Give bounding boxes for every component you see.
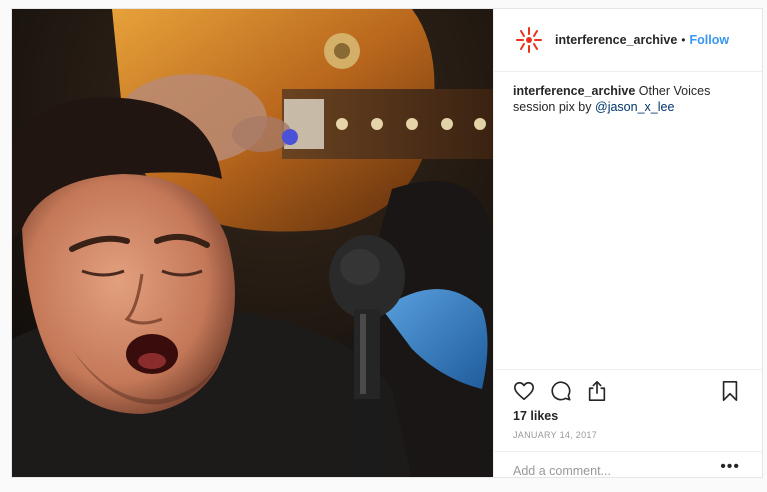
post-photo[interactable] xyxy=(12,9,493,477)
caption-username[interactable]: interference_archive xyxy=(513,84,635,98)
comment-input[interactable] xyxy=(513,464,703,478)
post-caption: interference_archive Other Voices sessio… xyxy=(494,72,762,115)
post-actions-bar xyxy=(494,369,762,410)
comment-bar: ••• xyxy=(494,451,762,492)
likes-count[interactable]: 17 likes xyxy=(513,409,558,423)
avatar[interactable] xyxy=(513,24,545,56)
follow-button[interactable]: Follow xyxy=(690,33,730,47)
heart-icon[interactable] xyxy=(513,380,535,407)
caption-mention[interactable]: @jason_x_lee xyxy=(595,100,674,114)
bookmark-icon[interactable] xyxy=(720,380,740,407)
post-photo-image xyxy=(12,9,493,477)
post-side-panel: interference_archive • Follow interferen… xyxy=(493,9,762,478)
interference-archive-logo-icon xyxy=(516,27,542,53)
share-icon[interactable] xyxy=(586,380,608,407)
post-date: JANUARY 14, 2017 xyxy=(513,430,598,440)
post-username[interactable]: interference_archive xyxy=(555,33,677,47)
more-options-icon[interactable]: ••• xyxy=(720,458,740,476)
comment-icon[interactable] xyxy=(550,380,572,407)
instagram-post: interference_archive • Follow interferen… xyxy=(11,8,763,478)
header-separator: • xyxy=(681,33,686,47)
post-header: interference_archive • Follow xyxy=(494,9,762,72)
